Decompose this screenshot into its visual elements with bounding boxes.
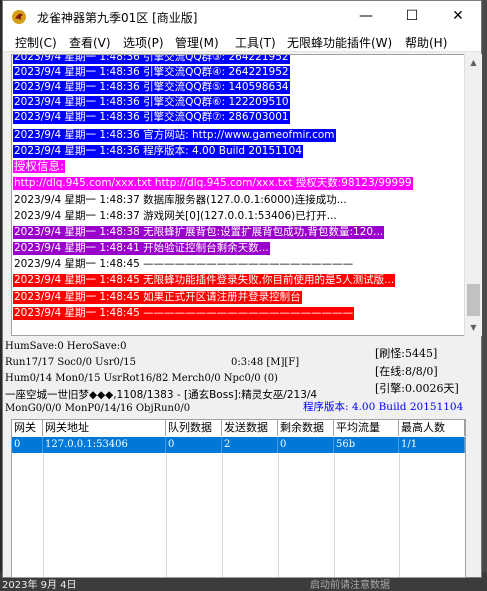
menu-bar: 控制(C) 查看(V) 选项(P) 管理(M) 工具(T) 无限蜂功能插件(W)… <box>3 32 481 52</box>
header-avg-traffic[interactable]: 平均流量 <box>334 420 399 436</box>
scroll-thumb[interactable] <box>467 284 480 316</box>
log-line: 授权信息: <box>13 159 65 173</box>
log-panel[interactable]: 2023/9/4 星期一 1:48:36 引擎交流QQ群③: 264221952… <box>11 54 465 336</box>
menu-control[interactable]: 控制(C) <box>15 34 57 51</box>
status-panel: HumSave:0 HeroSave:0 [刷怪:5445] Run17/17 … <box>3 339 481 417</box>
status-save: HumSave:0 HeroSave:0 <box>5 341 127 352</box>
log-line: 2023/9/4 星期一 1:48:36 引擎交流QQ群⑤: 140598634 <box>13 81 290 94</box>
header-sent[interactable]: 发送数据 <box>222 420 278 436</box>
log-line: 2023/9/4 星期一 1:48:45 无限蜂功能插件登录失败,你目前使用的是… <box>13 274 396 287</box>
window-title: 龙雀神器第九季01区 [商业版] <box>37 11 198 25</box>
column-divider <box>334 454 335 577</box>
cell-gateway: 0 <box>12 437 43 453</box>
log-line: 2023/9/4 星期一 1:48:36 引擎交流QQ群④: 264221952 <box>13 66 290 79</box>
log-line: 2023/9/4 星期一 1:48:45 如果正式开区请注册并登录控制台 <box>13 291 302 304</box>
log-line: 2023/9/4 星期一 1:48:36 程序版本: 4.00 Build 20… <box>13 145 303 158</box>
table-row[interactable]: 0 127.0.0.1:53406 0 2 0 56b 1/1 <box>12 437 465 453</box>
log-line: 2023/9/4 星期一 1:48:37 游戏网关[0](127.0.0.1:5… <box>13 210 338 223</box>
status-time: 0:3:48 [M][F] <box>231 357 300 368</box>
maximize-button[interactable]: ☐ <box>389 1 435 32</box>
dragon-app-icon <box>12 10 26 24</box>
status-brush: [刷怪:5445] <box>375 347 438 360</box>
background-hint-text: 启动前请注意数据 <box>310 580 390 591</box>
log-line: 2023/9/4 星期一 1:48:36 引擎交流QQ群⑦: 286703001 <box>13 111 290 124</box>
column-divider <box>166 454 167 577</box>
log-line: 2023/9/4 星期一 1:48:36 官方网站: http://www.ga… <box>13 129 336 142</box>
status-online: [在线:8/8/0] <box>375 365 438 378</box>
minimize-button[interactable]: — <box>343 1 389 32</box>
header-address[interactable]: 网关地址 <box>43 420 166 436</box>
scroll-down-arrow-icon[interactable]: ▼ <box>465 319 482 336</box>
log-line: 2023/9/4 星期一 1:48:38 无限蜂扩展背包:设置扩展背包成功,背包… <box>13 226 385 239</box>
column-divider <box>278 454 279 577</box>
header-remaining[interactable]: 剩余数据 <box>278 420 334 436</box>
header-max-users[interactable]: 最高人数 <box>399 420 465 436</box>
header-gateway[interactable]: 网关 <box>12 420 43 436</box>
background-date-text: 2023年 9月 4日 <box>2 580 77 591</box>
cell-max-users: 1/1 <box>399 437 465 453</box>
cell-avg-traffic: 56b <box>334 437 399 453</box>
cell-sent: 2 <box>222 437 278 453</box>
log-line: 2023/9/4 星期一 1:48:36 引擎交流QQ群⑥: 122209510 <box>13 96 290 109</box>
menu-manage[interactable]: 管理(M) <box>175 34 219 51</box>
log-line: http://dlq.945.com/xxx.txt http://dlq.94… <box>13 177 413 190</box>
gateway-table: 网关 网关地址 队列数据 发送数据 剩余数据 平均流量 最高人数 0 127.0… <box>11 419 466 578</box>
cell-remaining: 0 <box>278 437 334 453</box>
cell-queue: 0 <box>166 437 222 453</box>
status-engine: [引擎:0.0026天] <box>375 382 459 395</box>
log-line: 2023/9/4 星期一 1:48:37 数据库服务器(127.0.0.1:60… <box>13 194 348 207</box>
status-run: Run17/17 Soc0/0 Usr0/15 <box>5 357 136 368</box>
menu-view[interactable]: 查看(V) <box>69 34 111 51</box>
status-version: 程序版本: 4.00 Build 20151104 <box>303 401 464 413</box>
main-window: 龙雀神器第九季01区 [商业版] — ☐ ✕ 控制(C) 查看(V) 选项(P)… <box>2 0 482 578</box>
menu-help[interactable]: 帮助(H) <box>405 34 447 51</box>
menu-tools[interactable]: 工具(T) <box>235 34 276 51</box>
column-divider <box>222 454 223 577</box>
scroll-up-arrow-icon[interactable]: ▲ <box>465 54 482 71</box>
header-queue[interactable]: 队列数据 <box>166 420 222 436</box>
status-mon: MonG0/0/0 MonP0/14/16 ObjRun0/0 <box>5 403 191 414</box>
log-line: 2023/9/4 星期一 1:48:45 ———————————————————… <box>13 258 355 271</box>
status-boss: 一座空城一世旧梦◆◆◆,1108/1383 - [通玄Boss]:精灵女巫/21… <box>5 389 318 401</box>
title-bar[interactable]: 龙雀神器第九季01区 [商业版] — ☐ ✕ <box>3 1 481 32</box>
column-divider <box>43 454 44 577</box>
close-button[interactable]: ✕ <box>435 1 481 32</box>
column-divider <box>399 454 400 577</box>
log-line: 2023/9/4 星期一 1:48:36 引擎交流QQ群③: 264221952 <box>13 55 290 64</box>
menu-options[interactable]: 选项(P) <box>123 34 164 51</box>
cell-address: 127.0.0.1:53406 <box>43 437 166 453</box>
menu-plugin[interactable]: 无限蜂功能插件(W) <box>287 34 392 51</box>
log-line: 2023/9/4 星期一 1:48:41 开始验证控制台剩余天数... <box>13 242 270 255</box>
log-scrollbar[interactable]: ▲ ▼ <box>464 54 482 336</box>
status-hum: Hum0/14 Mon0/15 UsrRot16/82 Merch0/0 Npc… <box>5 373 278 384</box>
log-line: 2023/9/4 星期一 1:48:45 ———————————————————… <box>13 307 355 320</box>
